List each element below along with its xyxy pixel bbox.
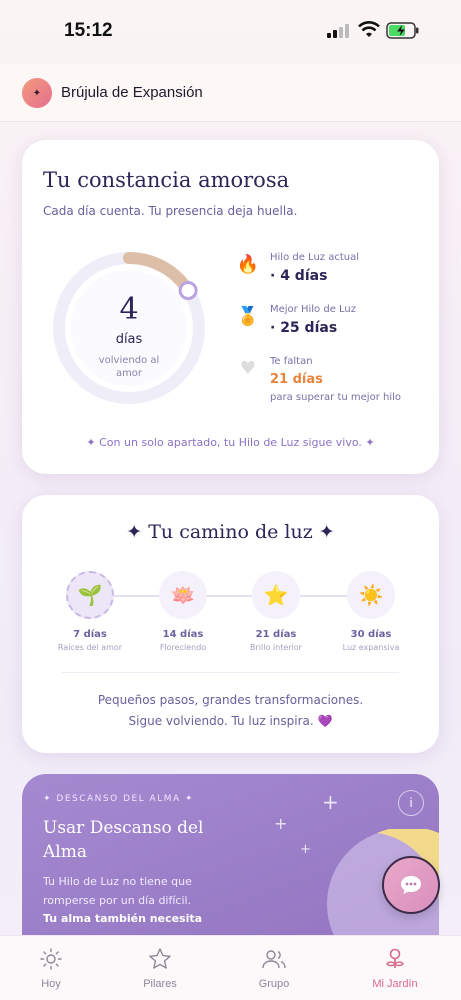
step-days: 14 días [162,629,204,640]
constancy-footer: ✦ Con un solo apartado, tu Hilo de Luz s… [86,436,375,449]
path-message-2: Sigue volviendo. Tu luz inspira. 💜 [128,714,333,728]
group-icon [262,950,286,969]
stat-value: · 4 días [270,268,328,284]
step-days: 30 días [350,629,392,640]
lotus-icon: 🪷 [159,571,207,619]
streak-unit: días [115,332,143,347]
stat-label: Te faltan [270,356,313,367]
constancy-card: Tu constancia amorosa Cada día cuenta. T… [22,140,439,474]
fire-icon: 🔥 [236,254,260,275]
tab-label: Mi Jardín [372,978,418,990]
sprout-icon: 🌱 [66,571,114,619]
step-days: 7 días [73,629,107,640]
path-card: ✦ Tu camino de luz ✦ 🌱 7 días Raíces del… [22,495,439,753]
tab-pilares[interactable]: Pilares [120,946,200,990]
step-name: Raíces del amor [57,643,123,652]
wifi-icon [358,21,380,37]
rest-title: Usar Descanso del Alma [43,818,204,862]
signal-icon [327,24,351,38]
path-step-14[interactable]: 🪷 14 días Floreciendo [138,571,228,652]
ring-center: 4 días volviendo al amor [49,248,209,408]
path-title: ✦ Tu camino de luz ✦ [126,521,335,543]
battery-icon [386,22,419,39]
sun-icon: ☀️ [347,571,395,619]
tab-hoy[interactable]: Hoy [11,946,91,990]
rest-bold-text: Tu alma también necesita [43,912,203,925]
status-time: 15:12 [64,20,113,41]
sparkle-icon: + [300,842,311,857]
rest-kicker: ✦ DESCANSO DEL ALMA ✦ [43,794,195,804]
tab-mi-jardin[interactable]: Mi Jardín [355,946,435,990]
step-name: Floreciendo [159,643,207,652]
heart-icon: ♥ [239,358,257,379]
chat-button[interactable] [382,856,440,914]
stat-label: Hilo de Luz actual [270,252,360,263]
sparkle-icon: + [322,790,339,814]
sparkle-icon: + [274,814,288,833]
step-name: Brillo interior [250,643,302,652]
stat-value: · 25 días [270,320,338,336]
divider [62,672,399,673]
constancy-title: Tu constancia amorosa [43,168,290,192]
streak-caption: volviendo al amor [98,355,160,379]
step-days: 21 días [255,629,297,640]
compass-logo-icon[interactable]: ✦ [22,78,52,108]
streak-number: 4 [119,292,139,327]
path-step-30[interactable]: ☀️ 30 días Luz expansiva [326,571,416,652]
medal-icon: 🏅 [236,306,260,327]
constancy-subtitle: Cada día cuenta. Tu presencia deja huell… [43,204,298,218]
step-name: Luz expansiva [342,643,400,652]
tab-label: Hoy [41,978,61,990]
stat-note: para superar tu mejor hilo [270,392,402,403]
chat-bubble-icon [401,876,421,894]
rest-text: Tu Hilo de Luz no tiene que romperse por… [43,875,192,907]
status-bar: 15:12 [0,0,461,64]
path-step-7[interactable]: 🌱 7 días Raíces del amor [45,571,135,652]
garden-icon [386,948,404,968]
sun-icon [40,948,62,970]
tab-label: Grupo [258,978,290,990]
stat-value: 21 días [270,372,323,387]
tab-bar: Hoy Pilares Grupo Mi Jardín [0,935,461,1000]
path-message-1: Pequeños pasos, grandes transformaciones… [97,693,364,707]
path-step-21[interactable]: ⭐ 21 días Brillo interior [231,571,321,652]
tab-label: Pilares [143,978,177,990]
tab-grupo[interactable]: Grupo [234,946,314,990]
stat-label: Mejor Hilo de Luz [270,304,357,315]
star-icon [149,948,171,969]
star-icon: ⭐ [252,571,300,619]
app-title: Brújula de Expansión [61,84,203,101]
info-button[interactable]: i [398,790,424,816]
app-header: ✦ Brújula de Expansión [0,64,461,122]
